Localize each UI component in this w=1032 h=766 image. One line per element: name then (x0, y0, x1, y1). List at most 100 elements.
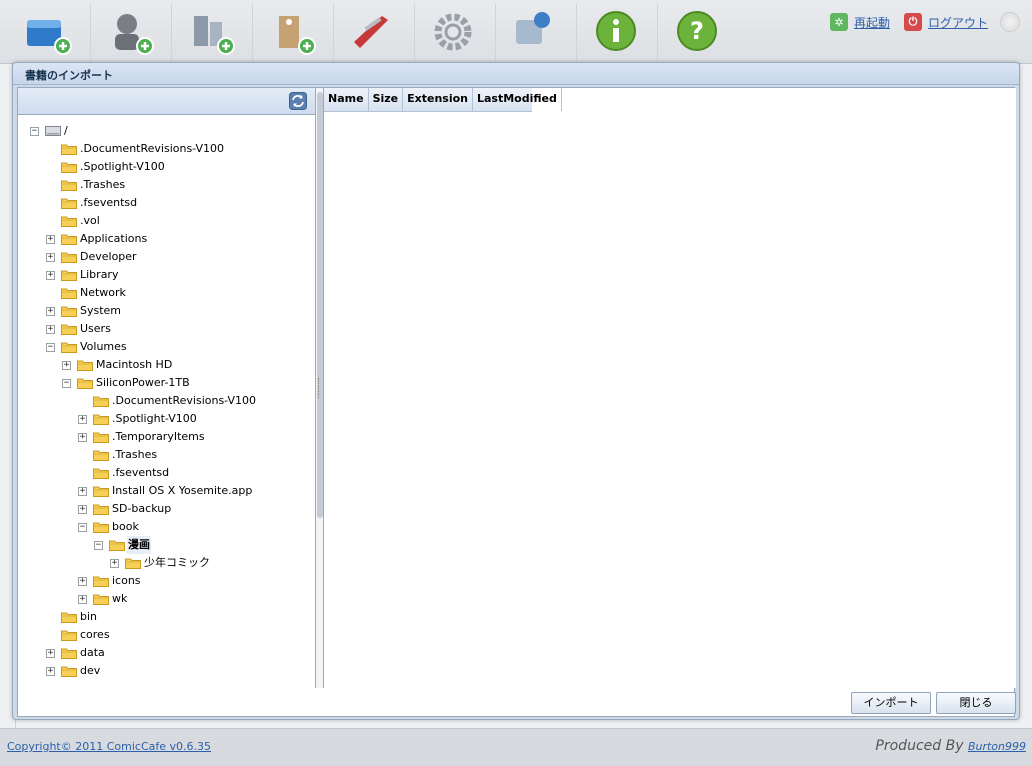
tree-node[interactable]: Network (46, 284, 127, 302)
tree-node-label[interactable]: .vol (79, 212, 101, 230)
toolbar-button-download[interactable]: ダウンロード (495, 4, 573, 63)
toolbar-button-help[interactable]: ?ヘルプ (657, 4, 735, 63)
tree-node-label[interactable]: Developer (79, 248, 138, 266)
tree-node-label[interactable]: cores (79, 626, 111, 644)
tree-node-label[interactable]: .fseventsd (111, 464, 170, 482)
import-button[interactable]: インポート (851, 692, 931, 714)
tree-node[interactable]: + Install OS X Yosemite.app (78, 482, 253, 500)
logout-link[interactable]: ログアウト (928, 14, 988, 31)
tree-node-label[interactable]: .Trashes (111, 446, 158, 464)
expand-toggle[interactable]: + (62, 360, 71, 370)
tree-node-label[interactable]: icons (111, 572, 142, 590)
tree-node[interactable]: + data (46, 644, 106, 662)
tree-node[interactable]: bin (46, 608, 98, 626)
close-button[interactable]: 閉じる (936, 692, 1016, 714)
tree-node-label[interactable]: book (111, 518, 140, 536)
tree-node[interactable]: .Trashes (46, 176, 126, 194)
tree-node[interactable]: .Trashes (78, 446, 158, 464)
tree-node[interactable]: .DocumentRevisions-V100 (78, 392, 257, 410)
tree-node-label[interactable]: Install OS X Yosemite.app (111, 482, 253, 500)
tree-node[interactable]: .fseventsd (78, 464, 170, 482)
expand-toggle[interactable]: + (78, 486, 87, 496)
tree-node[interactable]: + dev (46, 662, 101, 680)
tree-node[interactable]: .Spotlight-V100 (46, 158, 166, 176)
dialog-title[interactable]: 書籍のインポート (13, 63, 1019, 85)
tree-node-label[interactable]: / (63, 122, 69, 140)
column-header[interactable]: Size (369, 88, 404, 111)
scrollbar-thumb[interactable] (317, 92, 323, 518)
tree-node-label[interactable]: 漫画 (127, 536, 151, 554)
power-icon[interactable]: ⏻ (903, 13, 922, 31)
expand-toggle[interactable]: + (46, 252, 55, 262)
tree-node-label[interactable]: .fseventsd (79, 194, 138, 212)
collapse-toggle[interactable]: − (46, 342, 55, 352)
toolbar-button-tag-add[interactable]: タグ (252, 4, 330, 63)
column-header[interactable]: Name (324, 88, 369, 111)
tree-node[interactable]: + Library (46, 266, 119, 284)
tree-node-label[interactable]: .DocumentRevisions-V100 (111, 392, 257, 410)
restart-link[interactable]: 再起動 (854, 14, 890, 31)
tree-node-label[interactable]: Applications (79, 230, 148, 248)
toolbar-button-publisher-add[interactable]: 出版社 (171, 4, 249, 63)
author-link[interactable]: Burton999 (968, 740, 1026, 753)
tree-node[interactable]: .vol (46, 212, 101, 230)
expand-toggle[interactable]: + (46, 270, 55, 280)
expand-toggle[interactable]: + (46, 324, 55, 334)
copyright-link[interactable]: Copyright© 2011 ComicCafe v0.6.35 (7, 740, 211, 753)
tree-node-label[interactable]: Users (79, 320, 112, 338)
expand-toggle[interactable]: + (46, 648, 55, 658)
tree-node[interactable]: + SD-backup (78, 500, 172, 518)
toolbar-button-gear[interactable]: 設定 (414, 4, 492, 63)
tree-node-label[interactable]: System (79, 302, 122, 320)
tree-node-label[interactable]: Network (79, 284, 127, 302)
tree-node-label[interactable]: .Spotlight-V100 (111, 410, 198, 428)
tree-node-label[interactable]: .DocumentRevisions-V100 (79, 140, 225, 158)
tree-node[interactable]: .fseventsd (46, 194, 138, 212)
expand-toggle[interactable]: + (78, 576, 87, 586)
tree-node[interactable]: + wk (78, 590, 128, 608)
tree-node[interactable]: − book (78, 518, 140, 536)
tree-node-label[interactable]: bin (79, 608, 98, 626)
expand-toggle[interactable]: + (46, 234, 55, 244)
tree-node[interactable]: + 少年コミック (110, 554, 211, 572)
column-header[interactable]: LastModified (473, 88, 562, 111)
expand-toggle[interactable]: + (78, 504, 87, 514)
tree-node-label[interactable]: Library (79, 266, 119, 284)
toolbar-button-book-add[interactable]: インポート (9, 4, 87, 63)
tree-node-label[interactable]: SiliconPower-1TB (95, 374, 191, 392)
tree-node[interactable]: + Macintosh HD (62, 356, 173, 374)
tree-node[interactable]: + Developer (46, 248, 138, 266)
toolbar-button-info[interactable]: 情報 (576, 4, 654, 63)
expand-toggle[interactable]: + (110, 558, 119, 568)
tree-node[interactable]: .DocumentRevisions-V100 (46, 140, 225, 158)
refresh-icon[interactable] (289, 92, 307, 110)
collapse-toggle[interactable]: − (30, 126, 39, 136)
tree-node-label[interactable]: wk (111, 590, 128, 608)
collapse-toggle[interactable]: − (62, 378, 71, 388)
column-header[interactable]: Extension (403, 88, 473, 111)
tree-node-label[interactable]: Volumes (79, 338, 128, 356)
tree-node[interactable]: − 漫画 (94, 536, 151, 554)
tree-node[interactable]: + icons (78, 572, 142, 590)
collapse-toggle[interactable]: − (94, 540, 103, 550)
tree-node-label[interactable]: Macintosh HD (95, 356, 173, 374)
tree-node-label[interactable]: 少年コミック (143, 554, 211, 572)
tree-node[interactable]: + Users (46, 320, 112, 338)
panel-splitter[interactable] (318, 378, 320, 398)
tree-node[interactable]: − / (30, 122, 69, 140)
tree-node[interactable]: − Volumes (46, 338, 128, 356)
expand-toggle[interactable]: + (78, 432, 87, 442)
expand-toggle[interactable]: + (46, 306, 55, 316)
expand-toggle[interactable]: + (78, 594, 87, 604)
tree-node[interactable]: + System (46, 302, 122, 320)
restart-icon[interactable]: ✲ (829, 13, 848, 31)
tree-node-label[interactable]: .TemporaryItems (111, 428, 206, 446)
tree-node[interactable]: + Applications (46, 230, 148, 248)
toolbar-button-tools[interactable]: ツール (333, 4, 411, 63)
tree-node[interactable]: + .Spotlight-V100 (78, 410, 198, 428)
toolbar-button-author-add[interactable]: 著者 (90, 4, 168, 63)
tree-node-label[interactable]: .Trashes (79, 176, 126, 194)
tree-node[interactable]: cores (46, 626, 111, 644)
tree-node-label[interactable]: dev (79, 662, 101, 680)
tree-node-label[interactable]: SD-backup (111, 500, 172, 518)
